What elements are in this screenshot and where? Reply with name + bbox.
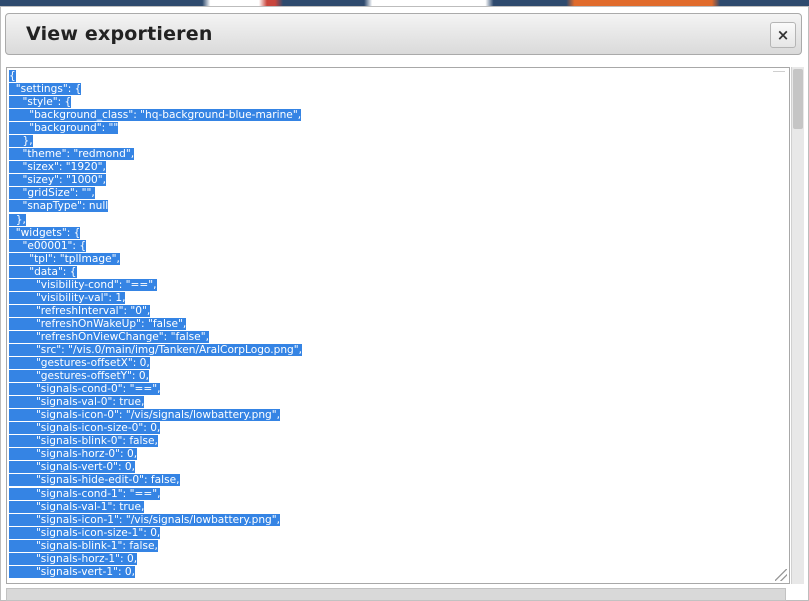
code-line: "signals-icon-size-1": 0,: [9, 526, 302, 540]
code-line: "signals-vert-1": 0,: [9, 565, 302, 579]
selected-text: "gestures-offsetY": 0,: [9, 370, 149, 383]
selected-text: "style": {: [9, 96, 72, 109]
resize-grip-icon[interactable]: [775, 569, 787, 581]
code-line: "signals-blink-1": false,: [9, 539, 302, 553]
selected-text: "background": "": [9, 122, 119, 135]
selected-text: "refreshOnViewChange": "false",: [9, 330, 209, 343]
code-line: "snapType": null: [9, 200, 302, 213]
code-line: "visibility-val": 1,: [9, 291, 302, 305]
dialog-title: View exportieren: [26, 23, 213, 45]
selected-text: "refreshOnWakeUp": "false",: [9, 317, 187, 330]
selected-text: "signals-cond-1": "==",: [9, 487, 161, 500]
selected-text: "gridSize": "",: [9, 187, 95, 200]
selected-text: "signals-val-0": true,: [9, 396, 145, 409]
code-line: "visibility-cond": "==",: [9, 278, 302, 292]
selected-text: "widgets": {: [9, 226, 81, 239]
code-line: "signals-icon-1": "/vis/signals/lowbatte…: [9, 513, 302, 527]
json-code: { "settings": { "style": { "background_c…: [9, 70, 302, 579]
code-line: "sizex": "1920",: [9, 161, 302, 174]
code-line: "signals-hide-edit-0": false,: [9, 474, 302, 487]
textarea-edge-mark: [773, 71, 785, 72]
code-line: "signals-cond-0": "==",: [9, 383, 302, 396]
code-line: "gridSize": "",: [9, 187, 302, 200]
code-line: "signals-cond-1": "==",: [9, 487, 302, 501]
selected-text: "signals-blink-0": false,: [9, 435, 158, 448]
code-line: "signals-val-1": true,: [9, 500, 302, 514]
code-line: "refreshOnViewChange": "false",: [9, 330, 302, 344]
close-icon: ×: [776, 25, 790, 44]
selected-text: "e00001": {: [9, 239, 87, 252]
code-line: {: [9, 70, 302, 83]
code-line: "sizey": "1000",: [9, 174, 302, 187]
selected-text: "sizex": "1920",: [9, 161, 106, 174]
code-line: "refreshInterval": "0",: [9, 304, 302, 318]
code-line: "gestures-offsetY": 0,: [9, 370, 302, 383]
selected-text: "tpl": "tplImage",: [9, 252, 120, 265]
selected-text: "signals-vert-1": 0,: [9, 565, 135, 578]
code-line: "tpl": "tplImage",: [9, 252, 302, 266]
selected-text: "signals-icon-0": "/vis/signals/lowbatte…: [9, 409, 281, 422]
dialog-button-pane: [6, 588, 786, 601]
code-line: "settings": {: [9, 83, 302, 96]
selected-text: "signals-hide-edit-0": false,: [9, 474, 180, 487]
code-line: "signals-val-0": true,: [9, 396, 302, 409]
code-line: "signals-horz-1": 0,: [9, 552, 302, 566]
code-line: "widgets": {: [9, 226, 302, 240]
export-json-textarea[interactable]: { "settings": { "style": { "background_c…: [6, 67, 790, 584]
selected-text: "data": {: [9, 265, 77, 278]
code-line: "data": {: [9, 265, 302, 279]
selected-text: "gestures-offsetX": 0,: [9, 357, 150, 370]
selected-text: "signals-icon-1": "/vis/signals/lowbatte…: [9, 513, 281, 526]
scrollbar-thumb[interactable]: [793, 69, 803, 129]
selected-text: "signals-blink-1": false,: [9, 539, 158, 552]
selected-text: "refreshInterval": "0",: [9, 304, 151, 317]
selected-text: "snapType": null: [9, 200, 109, 213]
selected-text: "signals-vert-0": 0,: [9, 461, 135, 474]
code-line: },: [9, 135, 302, 148]
selected-text: "signals-horz-0": 0,: [9, 448, 138, 461]
selected-text: "theme": "redmond",: [9, 148, 135, 161]
code-line: "signals-icon-0": "/vis/signals/lowbatte…: [9, 409, 302, 422]
selected-text: "sizey": "1000",: [9, 174, 107, 187]
code-line: "signals-horz-0": 0,: [9, 448, 302, 461]
close-button[interactable]: ×: [770, 22, 796, 48]
code-line: "background": "": [9, 122, 302, 135]
code-line: "signals-icon-size-0": 0,: [9, 422, 302, 435]
code-line: "refreshOnWakeUp": "false",: [9, 317, 302, 331]
selected-text: "src": "/vis.0/main/img/Tanken/AralCorpL…: [9, 343, 302, 356]
code-line: "gestures-offsetX": 0,: [9, 357, 302, 370]
export-view-dialog: View exportieren × { "settings": { "styl…: [0, 6, 809, 601]
selected-text: "background_class": "hq-background-blue-…: [9, 109, 302, 122]
code-line: "background_class": "hq-background-blue-…: [9, 109, 302, 122]
dialog-titlebar[interactable]: View exportieren ×: [5, 13, 802, 55]
code-line: },: [9, 213, 302, 227]
selected-text: "signals-cond-0": "==",: [9, 383, 161, 396]
code-line: "e00001": {: [9, 239, 302, 253]
code-line: "signals-vert-0": 0,: [9, 461, 302, 474]
selected-text: "signals-horz-1": 0,: [9, 552, 138, 565]
selected-text: "signals-val-1": true,: [9, 500, 145, 513]
selected-text: "visibility-cond": "==",: [9, 278, 157, 291]
code-line: "theme": "redmond",: [9, 148, 302, 161]
page-scrollbar[interactable]: [791, 67, 804, 584]
code-line: "style": {: [9, 96, 302, 109]
selected-text: "settings": {: [9, 83, 82, 96]
selected-text: {: [9, 70, 16, 82]
selected-text: "signals-icon-size-1": 0,: [9, 526, 161, 539]
selected-text: },: [9, 135, 33, 148]
selected-text: "visibility-val": 1,: [9, 291, 126, 304]
selected-text: },: [9, 213, 26, 226]
code-line: "src": "/vis.0/main/img/Tanken/AralCorpL…: [9, 343, 302, 357]
code-line: "signals-blink-0": false,: [9, 435, 302, 448]
selected-text: "signals-icon-size-0": 0,: [9, 422, 161, 435]
